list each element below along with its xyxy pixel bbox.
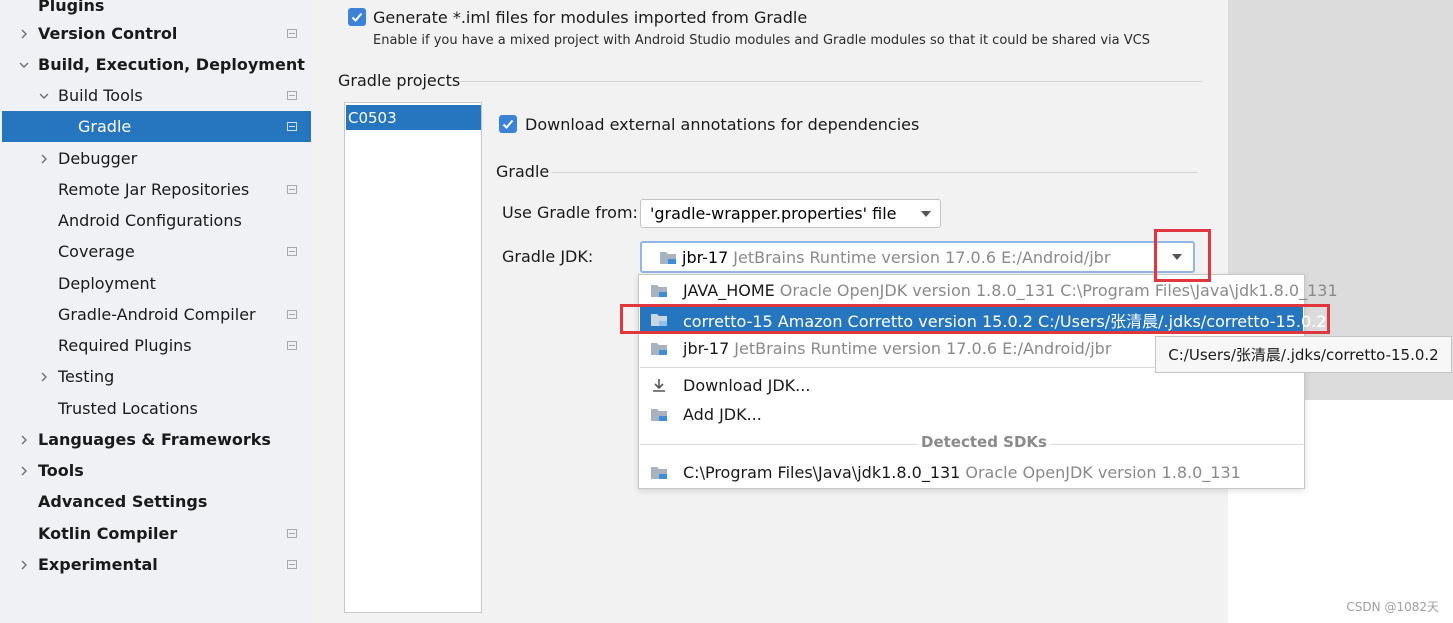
sidebar-item-gradle[interactable]: Gradle bbox=[2, 111, 311, 142]
download-jdk-option[interactable]: Download JDK... bbox=[640, 371, 1303, 400]
jdk-folder-icon bbox=[651, 409, 667, 421]
settings-sidebar: Plugins Version Control Build, Execution… bbox=[0, 0, 311, 623]
sidebar-item-label: Build Tools bbox=[58, 86, 143, 105]
sidebar-item-required-plugins[interactable]: Required Plugins bbox=[0, 330, 311, 361]
generate-iml-label: Generate *.iml files for modules importe… bbox=[373, 8, 808, 27]
chevron-down-icon bbox=[921, 210, 931, 217]
sidebar-item-label: Languages & Frameworks bbox=[38, 430, 271, 449]
checkmark-icon bbox=[351, 12, 363, 22]
sidebar-item-label: Gradle-Android Compiler bbox=[58, 305, 256, 324]
sidebar-item-label: Advanced Settings bbox=[38, 492, 208, 511]
jdk-folder-icon bbox=[651, 343, 667, 355]
download-icon bbox=[653, 379, 665, 392]
add-jdk-option[interactable]: Add JDK... bbox=[640, 400, 1303, 429]
gradle-projects-title: Gradle projects bbox=[338, 71, 461, 90]
sidebar-item-advanced-settings[interactable]: Advanced Settings bbox=[0, 486, 311, 517]
highlight-box-selected-jdk bbox=[620, 304, 1330, 334]
sidebar-item-label: Testing bbox=[58, 367, 115, 386]
gradle-jdk-dropdown[interactable]: jbr-17 JetBrains Runtime version 17.0.6 … bbox=[640, 241, 1195, 273]
gradle-projects-list[interactable]: C0503 bbox=[344, 102, 482, 613]
divider bbox=[552, 172, 1197, 173]
sidebar-item-label: Experimental bbox=[38, 555, 158, 574]
sidebar-item-label: Deployment bbox=[58, 274, 156, 293]
download-jdk-label: Download JDK... bbox=[683, 376, 811, 395]
chevron-right-icon[interactable] bbox=[36, 369, 52, 385]
path-tooltip: C:/Users/张清晨/.jdks/corretto-15.0.2 bbox=[1155, 336, 1452, 373]
highlight-box-dropdown-arrow bbox=[1154, 229, 1211, 282]
checkmark-icon bbox=[502, 119, 514, 129]
sidebar-item-label: Trusted Locations bbox=[58, 399, 198, 418]
gradle-jdk-desc: JetBrains Runtime version 17.0.6 E:/Andr… bbox=[733, 247, 1111, 267]
sidebar-item-kotlin-compiler[interactable]: Kotlin Compiler bbox=[0, 518, 311, 549]
chevron-down-icon[interactable] bbox=[16, 57, 32, 73]
sidebar-item-label: Plugins bbox=[38, 0, 105, 15]
sidebar-item-build-execution-deployment[interactable]: Build, Execution, Deployment bbox=[0, 49, 311, 80]
gradle-jdk-name: jbr-17 bbox=[682, 247, 729, 267]
jdk-folder-icon bbox=[660, 251, 676, 264]
project-scope-icon bbox=[287, 185, 297, 194]
use-gradle-from-value: 'gradle-wrapper.properties' file bbox=[650, 204, 897, 223]
download-annotations-checkbox[interactable] bbox=[499, 115, 517, 133]
chevron-right-icon[interactable] bbox=[36, 151, 52, 167]
jdk-option-desc: Oracle OpenJDK version 1.8.0_131 C:\Prog… bbox=[779, 281, 1338, 300]
chevron-right-icon[interactable] bbox=[16, 557, 32, 573]
detected-sdk-desc: Oracle OpenJDK version 1.8.0_131 bbox=[965, 463, 1241, 482]
detected-sdk-option[interactable]: C:\Program Files\Java\jdk1.8.0_131 Oracl… bbox=[640, 458, 1303, 487]
project-scope-icon bbox=[287, 310, 297, 319]
detected-sdk-name: C:\Program Files\Java\jdk1.8.0_131 bbox=[683, 463, 961, 482]
watermark: CSDN @1082天 bbox=[1346, 600, 1439, 614]
chevron-right-icon[interactable] bbox=[16, 463, 32, 479]
chevron-down-icon[interactable] bbox=[36, 88, 52, 104]
jdk-option-desc: JetBrains Runtime version 17.0.6 E:/Andr… bbox=[734, 339, 1112, 358]
sidebar-item-label: Tools bbox=[38, 461, 84, 480]
jdk-option-name: JAVA_HOME bbox=[683, 281, 775, 300]
project-scope-icon bbox=[287, 560, 297, 569]
sidebar-item-coverage[interactable]: Coverage bbox=[0, 236, 311, 267]
sidebar-item-label: Build, Execution, Deployment bbox=[38, 55, 305, 74]
project-scope-icon bbox=[287, 29, 297, 38]
sidebar-item-tools[interactable]: Tools bbox=[0, 455, 311, 486]
detected-sdks-title: Detected SDKs bbox=[917, 433, 1051, 451]
sidebar-item-label: Version Control bbox=[38, 24, 178, 43]
sidebar-item-android-configurations[interactable]: Android Configurations bbox=[0, 205, 311, 236]
sidebar-item-experimental[interactable]: Experimental bbox=[0, 549, 311, 580]
sidebar-item-testing[interactable]: Testing bbox=[0, 361, 311, 392]
project-scope-icon bbox=[287, 91, 297, 100]
sidebar-item-label: Required Plugins bbox=[58, 336, 192, 355]
jdk-option-name: jbr-17 bbox=[683, 339, 730, 358]
sidebar-item-gradle-android-compiler[interactable]: Gradle-Android Compiler bbox=[0, 299, 311, 330]
project-scope-icon bbox=[287, 247, 297, 256]
sidebar-item-version-control[interactable]: Version Control bbox=[0, 18, 311, 49]
add-jdk-label: Add JDK... bbox=[683, 405, 762, 424]
project-scope-icon bbox=[287, 529, 297, 538]
sidebar-item-label: Remote Jar Repositories bbox=[58, 180, 250, 199]
divider bbox=[460, 81, 1202, 82]
sidebar-item-build-tools[interactable]: Build Tools bbox=[0, 80, 311, 111]
project-scope-icon bbox=[287, 122, 297, 131]
sidebar-item-label: Coverage bbox=[58, 242, 135, 261]
jdk-folder-icon bbox=[651, 467, 667, 479]
gradle-jdk-label: Gradle JDK: bbox=[502, 247, 594, 266]
use-gradle-from-dropdown[interactable]: 'gradle-wrapper.properties' file bbox=[640, 199, 941, 228]
sidebar-item-label: Kotlin Compiler bbox=[38, 524, 178, 543]
gradle-section-title: Gradle bbox=[496, 162, 550, 181]
chevron-right-icon[interactable] bbox=[16, 432, 32, 448]
sidebar-item-label: Android Configurations bbox=[58, 211, 242, 230]
project-item[interactable]: C0503 bbox=[346, 105, 481, 130]
jdk-folder-icon bbox=[651, 285, 667, 297]
chevron-right-icon[interactable] bbox=[16, 26, 32, 42]
generate-iml-hint: Enable if you have a mixed project with … bbox=[373, 33, 1150, 48]
project-scope-icon bbox=[287, 341, 297, 350]
sidebar-item-languages-frameworks[interactable]: Languages & Frameworks bbox=[0, 424, 311, 455]
sidebar-item-debugger[interactable]: Debugger bbox=[0, 143, 311, 174]
generate-iml-checkbox[interactable] bbox=[348, 8, 366, 26]
sidebar-item-deployment[interactable]: Deployment bbox=[0, 268, 311, 299]
use-gradle-from-label: Use Gradle from: bbox=[502, 203, 638, 222]
download-annotations-label: Download external annotations for depend… bbox=[525, 115, 920, 134]
sidebar-item-trusted-locations[interactable]: Trusted Locations bbox=[0, 393, 311, 424]
sidebar-item-label: Gradle bbox=[78, 117, 132, 136]
sidebar-item-label: Debugger bbox=[58, 149, 138, 168]
sidebar-item-remote-jar-repositories[interactable]: Remote Jar Repositories bbox=[0, 174, 311, 205]
